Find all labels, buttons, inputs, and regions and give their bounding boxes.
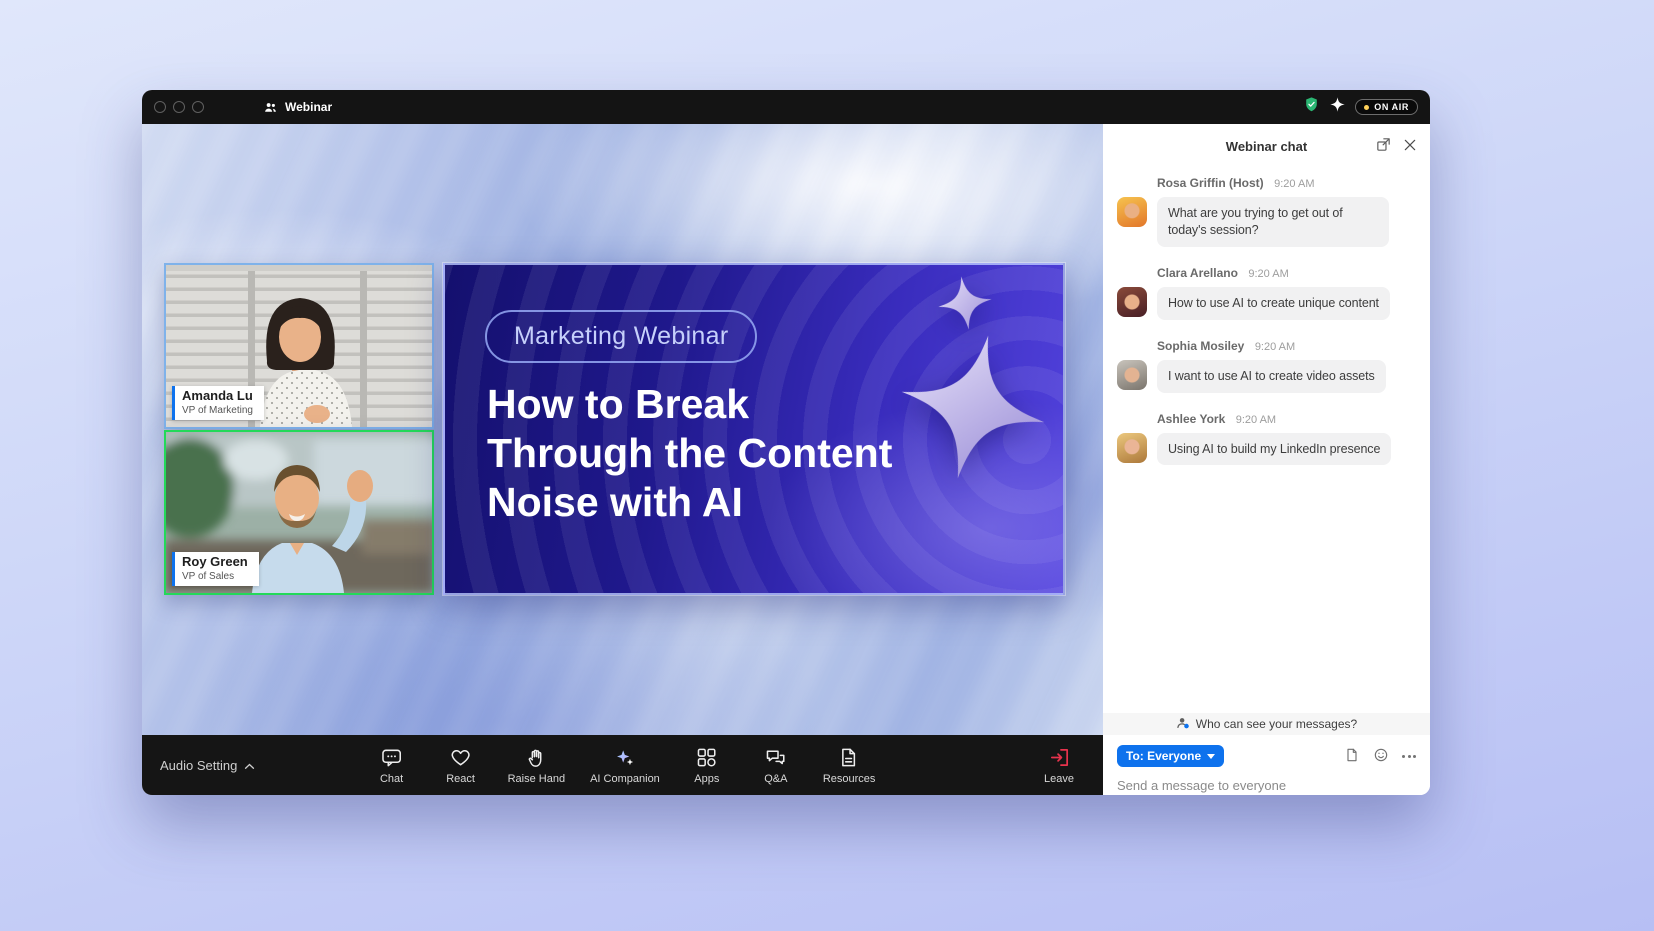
video-tile-roy[interactable]: Roy Green VP of Sales xyxy=(164,430,434,595)
pop-out-icon xyxy=(1375,136,1392,156)
app-title: Webinar xyxy=(263,100,332,115)
pop-out-button[interactable] xyxy=(1375,136,1392,156)
react-label: React xyxy=(446,773,475,785)
leave-label: Leave xyxy=(1044,773,1074,785)
video-area: Amanda Lu VP of Marketing xyxy=(142,124,1103,735)
message-bubble: How to use AI to create unique content xyxy=(1157,287,1390,320)
raise-hand-icon xyxy=(525,746,548,769)
resources-label: Resources xyxy=(823,773,876,785)
resources-icon xyxy=(838,746,861,769)
close-chat-button[interactable] xyxy=(1402,137,1418,156)
raise-hand-label: Raise Hand xyxy=(508,773,565,785)
chat-message: Ashlee York 9:20 AM Using AI to build my… xyxy=(1117,410,1416,466)
video-tile-amanda[interactable]: Amanda Lu VP of Marketing xyxy=(164,263,434,429)
chat-message-list: Rosa Griffin (Host) 9:20 AM What are you… xyxy=(1103,168,1430,713)
window-close-button[interactable] xyxy=(154,101,166,113)
message-time: 9:20 AM xyxy=(1274,178,1314,190)
to-everyone-selector[interactable]: To: Everyone xyxy=(1117,745,1224,767)
webinar-stage: Amanda Lu VP of Marketing xyxy=(142,124,1103,795)
webinar-chat-panel: Webinar chat xyxy=(1103,124,1430,795)
chevron-up-icon xyxy=(244,758,255,773)
chat-title: Webinar chat xyxy=(1226,139,1307,154)
webinar-people-icon xyxy=(263,100,278,115)
smiley-icon xyxy=(1373,747,1389,766)
on-air-dot xyxy=(1364,105,1369,110)
more-options-button[interactable] xyxy=(1402,755,1416,758)
qa-label: Q&A xyxy=(764,773,787,785)
sparkle-icon xyxy=(1330,97,1345,117)
attach-file-button[interactable] xyxy=(1344,747,1360,766)
chat-header: Webinar chat xyxy=(1103,124,1430,168)
apps-label: Apps xyxy=(694,773,719,785)
avatar-clara xyxy=(1117,287,1147,317)
participant-name: Roy Green xyxy=(182,555,248,570)
ai-companion-label: AI Companion xyxy=(590,773,660,785)
message-bubble: I want to use AI to create video assets xyxy=(1157,360,1386,393)
resources-button[interactable]: Resources xyxy=(823,746,876,785)
titlebar-right: ON AIR xyxy=(1303,96,1418,118)
chat-message: Sophia Mosiley 9:20 AM I want to use AI … xyxy=(1117,337,1416,393)
message-author: Rosa Griffin (Host) xyxy=(1157,176,1264,190)
window-maximize-button[interactable] xyxy=(192,101,204,113)
message-author: Ashlee York xyxy=(1157,412,1225,426)
avatar-rosa xyxy=(1117,197,1147,227)
app-title-label: Webinar xyxy=(285,100,332,114)
message-author: Clara Arellano xyxy=(1157,266,1238,280)
message-bubble: Using AI to build my LinkedIn presence xyxy=(1157,433,1391,466)
nametag-amanda: Amanda Lu VP of Marketing xyxy=(172,386,264,420)
toolbar-items: Chat React Raise Hand xyxy=(370,746,876,785)
audio-setting-label: Audio Setting xyxy=(160,758,237,773)
chevron-down-icon xyxy=(1207,754,1215,759)
message-time: 9:20 AM xyxy=(1255,341,1295,353)
nametag-roy: Roy Green VP of Sales xyxy=(172,552,259,586)
to-everyone-label: To: Everyone xyxy=(1126,749,1201,763)
file-icon xyxy=(1344,747,1360,766)
apps-icon xyxy=(695,746,718,769)
visibility-note: Who can see your messages? xyxy=(1196,717,1357,731)
participant-name: Amanda Lu xyxy=(182,389,253,404)
participant-role: VP of Sales xyxy=(182,571,248,582)
webinar-window: Webinar ON AIR xyxy=(142,90,1430,795)
more-options-icon xyxy=(1402,755,1416,758)
heart-icon xyxy=(449,746,472,769)
chat-message-input[interactable] xyxy=(1117,778,1416,793)
compose-area: To: Everyone xyxy=(1103,735,1430,795)
message-visibility-bar: Who can see your messages? xyxy=(1103,713,1430,735)
participant-role: VP of Marketing xyxy=(182,405,253,416)
window-minimize-button[interactable] xyxy=(173,101,185,113)
qa-icon xyxy=(764,746,787,769)
react-button[interactable]: React xyxy=(439,746,483,785)
message-time: 9:20 AM xyxy=(1236,414,1276,426)
leave-button[interactable]: Leave xyxy=(1037,746,1081,785)
slide-title: How to Break Through the Content Noise w… xyxy=(487,380,919,528)
apps-button[interactable]: Apps xyxy=(685,746,729,785)
message-bubble: What are you trying to get out of today'… xyxy=(1157,197,1389,247)
ai-companion-button[interactable]: AI Companion xyxy=(590,746,660,785)
ai-companion-sparkle-icon xyxy=(613,746,636,769)
visibility-person-icon xyxy=(1176,716,1190,733)
slide-badge: Marketing Webinar xyxy=(485,310,757,363)
message-time: 9:20 AM xyxy=(1248,268,1288,280)
emoji-button[interactable] xyxy=(1373,747,1389,766)
security-shield-icon xyxy=(1303,96,1320,118)
chat-icon xyxy=(380,746,403,769)
chat-message: Rosa Griffin (Host) 9:20 AM What are you… xyxy=(1117,174,1416,247)
chat-button[interactable]: Chat xyxy=(370,746,414,785)
close-icon xyxy=(1402,137,1418,156)
on-air-label: ON AIR xyxy=(1374,102,1409,112)
window-titlebar: Webinar ON AIR xyxy=(142,90,1430,124)
raise-hand-button[interactable]: Raise Hand xyxy=(508,746,565,785)
avatar-ashlee xyxy=(1117,433,1147,463)
qa-button[interactable]: Q&A xyxy=(754,746,798,785)
chat-label: Chat xyxy=(380,773,403,785)
on-air-badge: ON AIR xyxy=(1355,99,1418,115)
avatar-sophia xyxy=(1117,360,1147,390)
chat-message: Clara Arellano 9:20 AM How to use AI to … xyxy=(1117,264,1416,320)
message-author: Sophia Mosiley xyxy=(1157,339,1244,353)
leave-door-icon xyxy=(1048,746,1071,769)
traffic-lights xyxy=(154,101,211,113)
audio-setting-button[interactable]: Audio Setting xyxy=(160,758,255,773)
meeting-toolbar: Audio Setting Chat xyxy=(142,735,1103,795)
presentation-slide: Marketing Webinar How to Break Through t… xyxy=(443,263,1065,595)
